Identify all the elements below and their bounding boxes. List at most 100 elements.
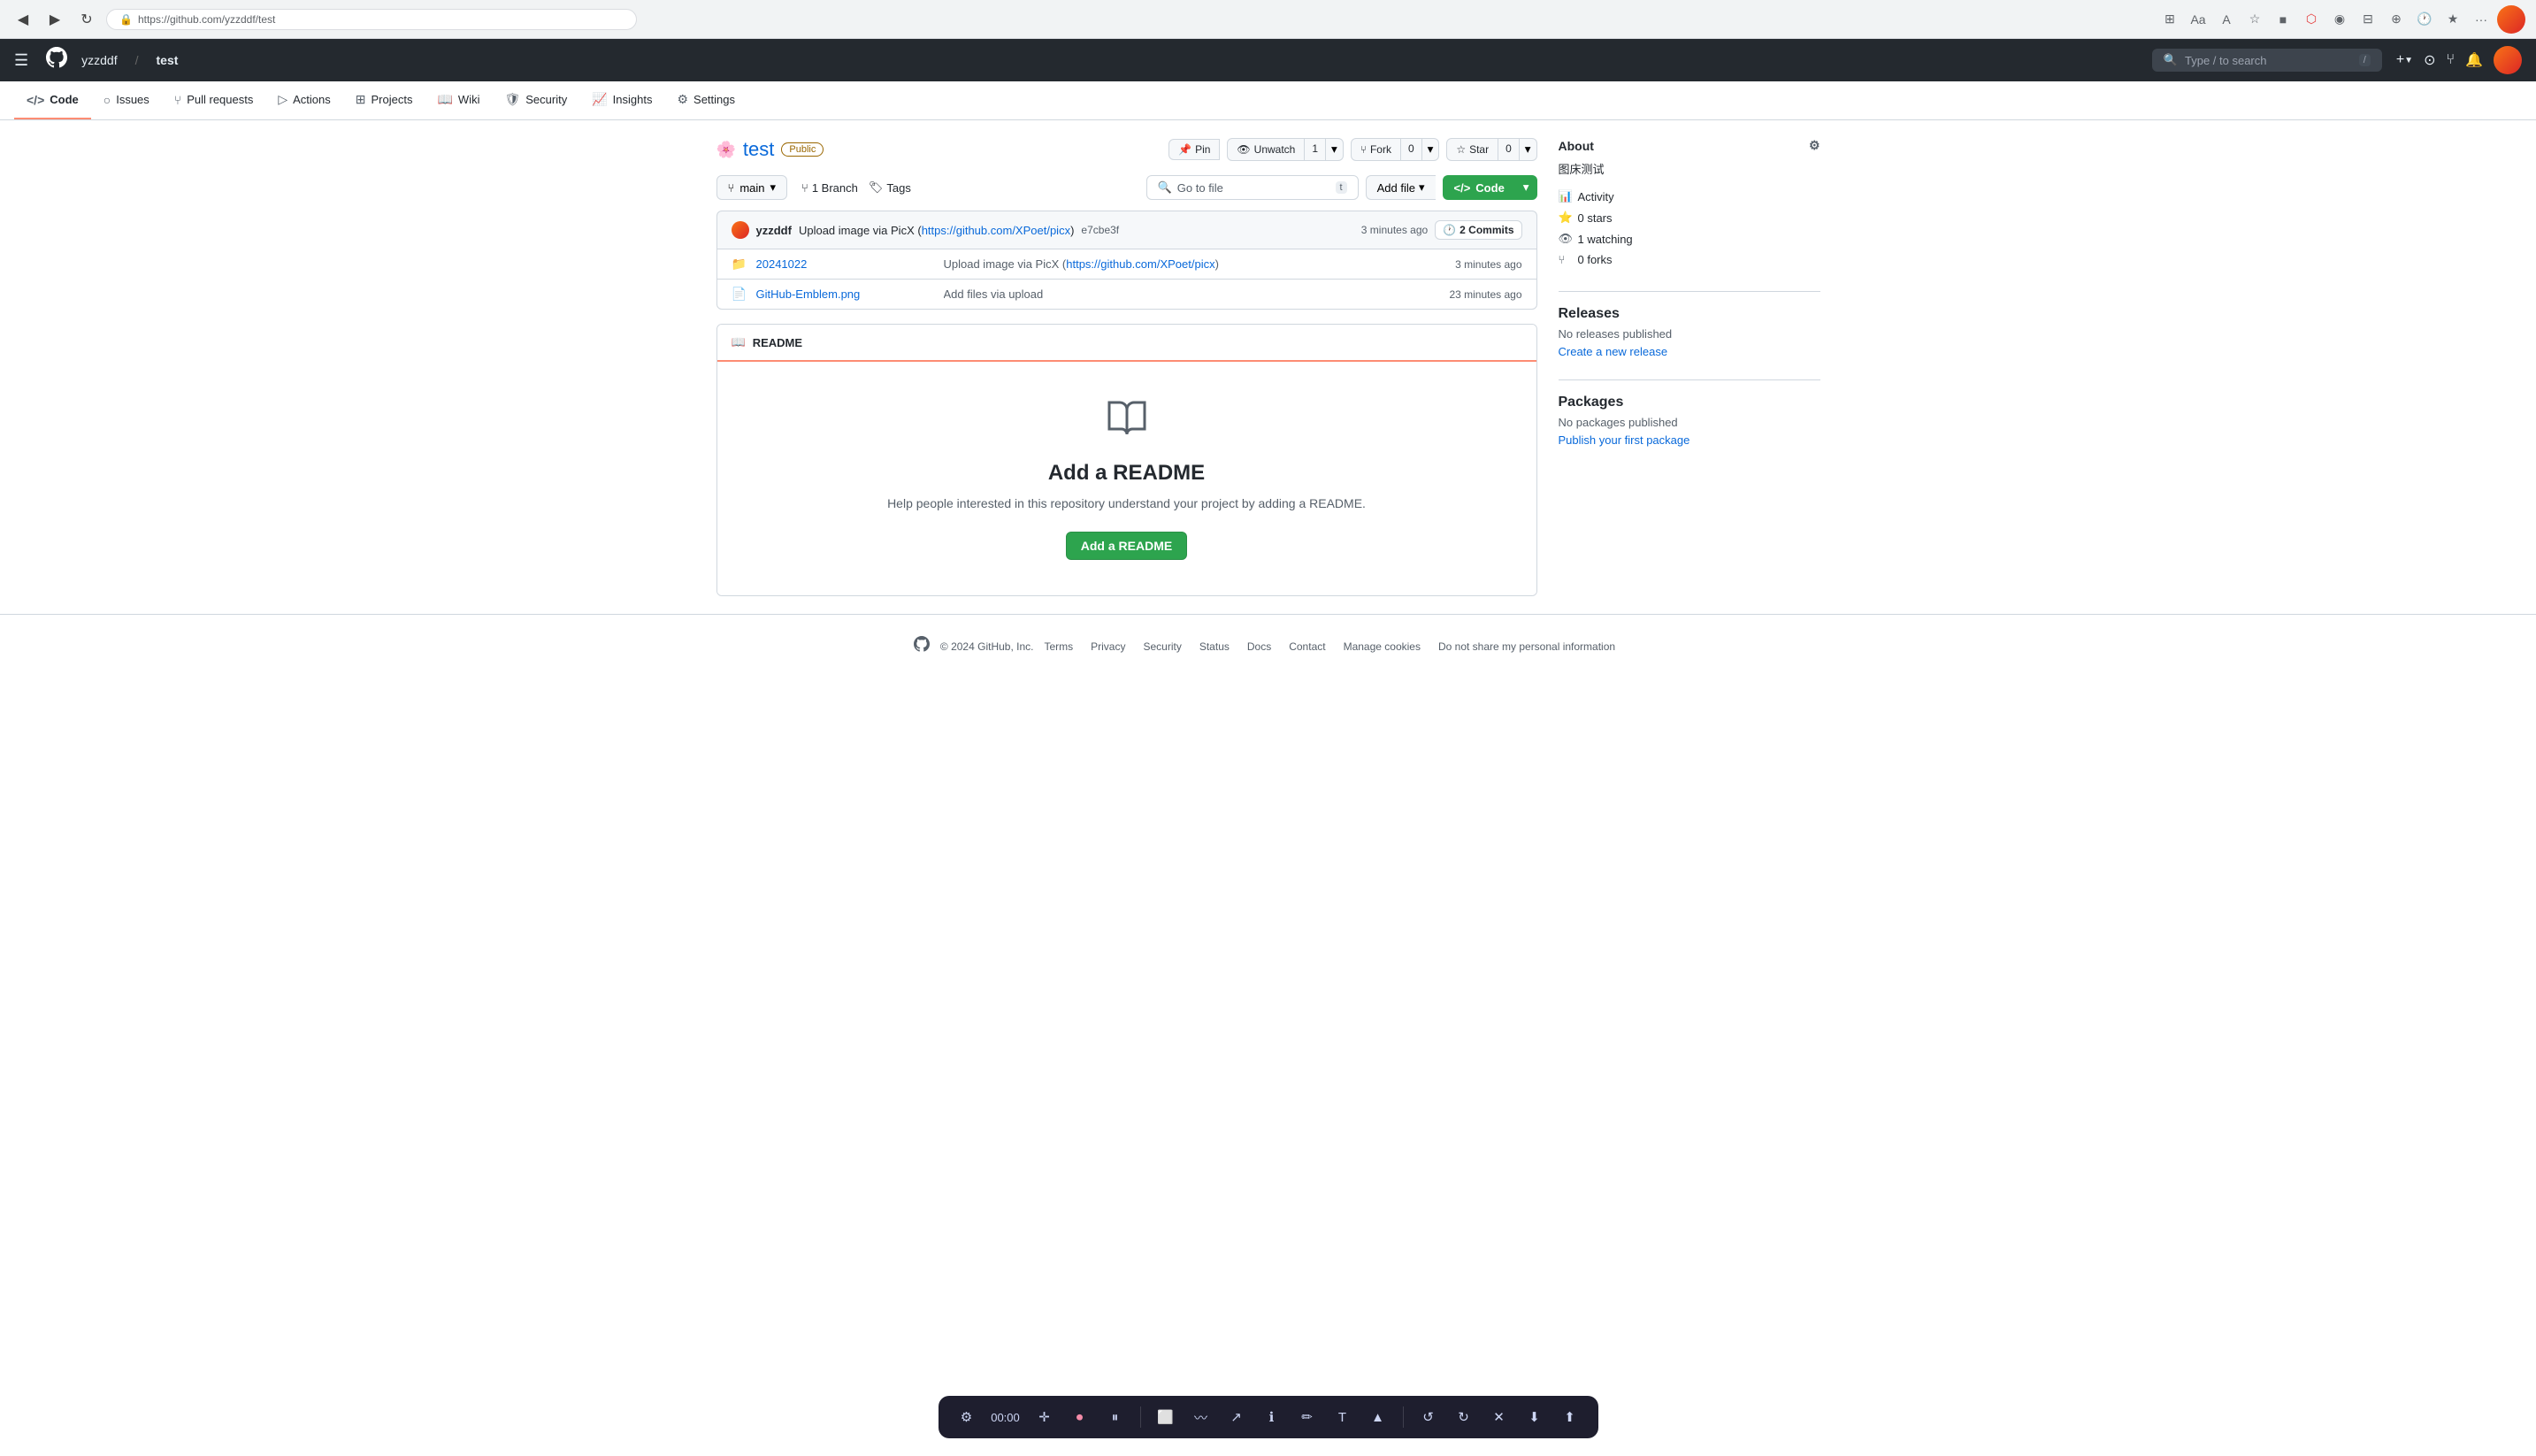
folder-icon: 📁: [732, 257, 746, 272]
add-file-button[interactable]: Add file ▾: [1366, 175, 1436, 200]
header-username[interactable]: yzzddf: [81, 53, 117, 67]
footer-terms[interactable]: Terms: [1037, 640, 1080, 653]
nav-settings-label: Settings: [693, 93, 735, 106]
notifications-icon[interactable]: 🔔: [2465, 51, 2483, 69]
extension-icon-1[interactable]: ■: [2271, 7, 2295, 32]
github-search[interactable]: 🔍 Type / to search /: [2152, 49, 2382, 72]
favorites-button[interactable]: ⊕: [2384, 7, 2409, 32]
browser-profile-avatar[interactable]: [2497, 5, 2525, 34]
add-readme-button[interactable]: Add a README: [1066, 532, 1187, 560]
commit-hash[interactable]: e7cbe3f: [1081, 224, 1119, 236]
forward-button[interactable]: ▶: [42, 7, 67, 32]
plus-icon[interactable]: + ▼: [2396, 52, 2413, 68]
user-avatar[interactable]: [2494, 46, 2522, 74]
profile-icon[interactable]: ★: [2440, 7, 2465, 32]
toolbar-path[interactable]: 〰: [1187, 1403, 1215, 1431]
unwatch-dropdown[interactable]: ▾: [1326, 138, 1344, 161]
toolbar-download[interactable]: ⬇: [1521, 1403, 1549, 1431]
nav-insights[interactable]: 📈 Insights: [579, 81, 664, 119]
fork-dropdown[interactable]: ▾: [1422, 138, 1440, 161]
reader-mode-button[interactable]: Aa: [2186, 7, 2210, 32]
hamburger-menu[interactable]: ☰: [14, 51, 28, 70]
nav-actions[interactable]: ▷ Actions: [265, 81, 342, 119]
activity-stat[interactable]: 📊 Activity: [1559, 186, 1820, 207]
tab-search-button[interactable]: ⊞: [2157, 7, 2182, 32]
footer-privacy-share[interactable]: Do not share my personal information: [1431, 640, 1622, 653]
extension-icon-3[interactable]: ◉: [2327, 7, 2352, 32]
toolbar-settings[interactable]: ⚙: [953, 1403, 981, 1431]
footer-docs[interactable]: Docs: [1240, 640, 1278, 653]
footer-privacy[interactable]: Privacy: [1084, 640, 1132, 653]
toolbar-record[interactable]: ⏺: [1066, 1403, 1094, 1431]
commit-link[interactable]: https://github.com/XPoet/picx: [922, 224, 1070, 237]
file-name-link[interactable]: 20241022: [756, 257, 933, 271]
toolbar-close[interactable]: ✕: [1485, 1403, 1513, 1431]
fork-button[interactable]: ⑂ Fork: [1351, 138, 1401, 161]
watching-stat[interactable]: 👁 1 watching: [1559, 228, 1820, 249]
address-bar[interactable]: 🔒 https://github.com/yzzddf/test: [106, 9, 637, 30]
translate-button[interactable]: A: [2214, 7, 2239, 32]
nav-code[interactable]: </> Code: [14, 82, 91, 119]
toolbar-move[interactable]: ✛: [1030, 1403, 1059, 1431]
toolbar-pen[interactable]: ✏: [1293, 1403, 1322, 1431]
bookmark-button[interactable]: ☆: [2242, 7, 2267, 32]
branches-link[interactable]: ⑂ 1 Branch: [801, 181, 858, 195]
pull-requests-icon[interactable]: ⑂: [2446, 52, 2455, 68]
toolbar-cursor[interactable]: ⬜: [1152, 1403, 1180, 1431]
forks-stat[interactable]: ⑂ 0 forks: [1559, 249, 1820, 270]
about-settings-icon[interactable]: ⚙: [1809, 138, 1820, 153]
go-to-file-button[interactable]: 🔍 Go to file t: [1146, 175, 1359, 200]
publish-package-link[interactable]: Publish your first package: [1559, 433, 1690, 447]
create-release-link[interactable]: Create a new release: [1559, 345, 1668, 358]
sidebar-toggle[interactable]: ⊟: [2356, 7, 2380, 32]
refresh-button[interactable]: ↻: [74, 7, 99, 32]
star-button[interactable]: ☆ Star: [1446, 138, 1498, 161]
repo-name-link[interactable]: test: [743, 138, 774, 160]
committer-name[interactable]: yzzddf: [756, 224, 792, 237]
nav-wiki[interactable]: 📖 Wiki: [425, 81, 492, 119]
history-button[interactable]: 🕐: [2412, 7, 2437, 32]
unwatch-button[interactable]: 👁 Unwatch: [1227, 138, 1305, 161]
branch-selector[interactable]: ⑂ main ▾: [716, 175, 788, 200]
tags-link[interactable]: 🏷 Tags: [869, 180, 911, 195]
commit-count-link[interactable]: 🕐 2 Commits: [1435, 220, 1521, 240]
footer-contact[interactable]: Contact: [1282, 640, 1332, 653]
no-releases-text: No releases published: [1559, 327, 1820, 341]
toolbar-pause[interactable]: ⏸: [1101, 1403, 1130, 1431]
pin-button[interactable]: 📌 Pin: [1168, 139, 1220, 160]
toolbar-text[interactable]: T: [1329, 1403, 1357, 1431]
extension-icon-2[interactable]: ⬡: [2299, 7, 2324, 32]
toolbar-highlight[interactable]: ▲: [1364, 1403, 1392, 1431]
nav-issues[interactable]: ○ Issues: [91, 82, 162, 119]
nav-pull-requests[interactable]: ⑂ Pull requests: [162, 82, 266, 119]
header-reponame[interactable]: test: [157, 53, 179, 67]
star-count: 0: [1498, 138, 1520, 161]
nav-code-label: Code: [50, 93, 79, 106]
footer-status[interactable]: Status: [1192, 640, 1237, 653]
nav-security[interactable]: 🛡 Security: [492, 81, 579, 119]
toolbar-redo[interactable]: ↻: [1450, 1403, 1478, 1431]
toolbar-upload[interactable]: ⬆: [1556, 1403, 1584, 1431]
more-button[interactable]: ···: [2469, 7, 2494, 32]
nav-projects[interactable]: ⊞ Projects: [343, 81, 425, 119]
back-button[interactable]: ◀: [11, 7, 35, 32]
github-logo[interactable]: [46, 47, 67, 73]
code-button[interactable]: </> Code: [1443, 175, 1515, 200]
wiki-icon: 📖: [437, 92, 452, 107]
nav-settings[interactable]: ⚙ Settings: [664, 81, 747, 119]
code-dropdown[interactable]: ▾: [1515, 175, 1537, 200]
branches-count: 1 Branch: [812, 181, 858, 195]
star-dropdown[interactable]: ▾: [1520, 138, 1537, 161]
stars-stat[interactable]: ⭐ 0 stars: [1559, 207, 1820, 228]
toolbar-info[interactable]: ℹ: [1258, 1403, 1286, 1431]
file-commit-link[interactable]: https://github.com/XPoet/picx: [1066, 257, 1214, 271]
insights-icon: 📈: [592, 92, 607, 107]
footer-security[interactable]: Security: [1136, 640, 1188, 653]
header-actions: + ▼ ⊙ ⑂ 🔔: [2396, 46, 2522, 74]
footer-cookies[interactable]: Manage cookies: [1337, 640, 1428, 653]
issues-icon[interactable]: ⊙: [2424, 51, 2435, 69]
file-name-link[interactable]: GitHub-Emblem.png: [756, 287, 933, 301]
toolbar-undo[interactable]: ↺: [1414, 1403, 1443, 1431]
toolbar-arrow[interactable]: ↗: [1222, 1403, 1251, 1431]
repo-name-heading: test: [743, 138, 774, 161]
